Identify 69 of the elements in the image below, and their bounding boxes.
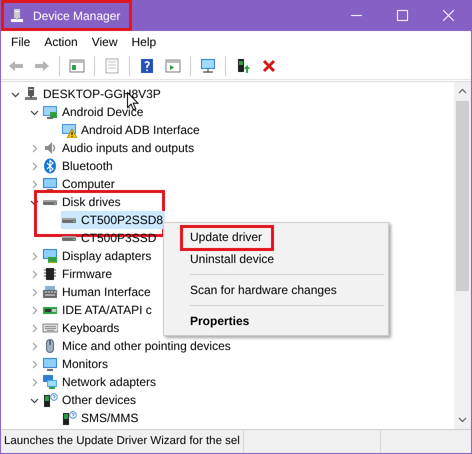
close-icon bbox=[442, 10, 454, 21]
pane-icon bbox=[165, 58, 181, 74]
tree-item[interactable]: Other devices bbox=[42, 391, 138, 409]
monitor-board-icon bbox=[42, 248, 58, 264]
menu-item[interactable]: Action bbox=[37, 33, 85, 51]
unknown-device-icon bbox=[42, 392, 58, 408]
back-arrow-icon bbox=[8, 58, 24, 74]
expand-chevron-icon[interactable] bbox=[30, 252, 38, 260]
menu-item[interactable]: File bbox=[4, 33, 38, 51]
tree-item[interactable]: Keyboards bbox=[42, 319, 122, 337]
tree-item[interactable]: Display adapters bbox=[42, 247, 154, 265]
tree-item[interactable]: Monitors bbox=[42, 355, 110, 373]
expand-chevron-icon[interactable] bbox=[30, 180, 38, 188]
expand-chevron-icon[interactable] bbox=[30, 162, 38, 170]
collapse-chevron-icon[interactable] bbox=[30, 198, 38, 206]
collapse-chevron-icon[interactable] bbox=[30, 396, 38, 404]
menu-item[interactable]: Uninstall device bbox=[164, 248, 388, 270]
expand-chevron-icon[interactable] bbox=[30, 378, 38, 386]
chip-icon bbox=[42, 266, 58, 282]
collapse-chevron-icon[interactable] bbox=[10, 90, 20, 98]
expand-chevron-icon[interactable] bbox=[30, 306, 38, 314]
tree-item[interactable]: Mice and other pointing devices bbox=[42, 337, 233, 355]
tree-item[interactable]: Audio inputs and outputs bbox=[42, 139, 196, 157]
forward-arrow-icon bbox=[34, 58, 50, 74]
pane-icon bbox=[69, 58, 85, 74]
unknown-device-icon bbox=[61, 410, 77, 426]
expand-chevron-icon[interactable] bbox=[30, 324, 38, 332]
tree-item[interactable]: Android Device bbox=[42, 103, 146, 121]
tree-item[interactable]: Disk drives bbox=[42, 193, 123, 211]
menu-item[interactable]: Update driver bbox=[164, 226, 388, 248]
tree-item[interactable]: Android ADB Interface bbox=[61, 121, 202, 139]
menu-item[interactable]: Help bbox=[124, 33, 164, 51]
bluetooth-icon bbox=[42, 158, 58, 174]
expand-chevron-icon[interactable] bbox=[30, 270, 38, 278]
help-icon bbox=[139, 58, 155, 74]
expand-chevron-icon[interactable] bbox=[30, 144, 38, 152]
menu-item[interactable]: Properties bbox=[164, 310, 388, 332]
warning-monitor-icon bbox=[61, 122, 77, 138]
tree-item[interactable]: CT500P2SSD8 bbox=[61, 211, 166, 229]
monitor-board-icon bbox=[42, 104, 58, 120]
tree-item[interactable]: Human Interface bbox=[42, 283, 153, 301]
update-driver-icon bbox=[235, 58, 251, 74]
window-title: Device Manager bbox=[33, 8, 120, 22]
delete-icon bbox=[261, 58, 277, 74]
tree-item[interactable]: SMS/MMS bbox=[61, 409, 140, 427]
maximize-icon bbox=[396, 10, 408, 21]
monitor-icon bbox=[200, 58, 216, 74]
expand-chevron-icon[interactable] bbox=[30, 288, 38, 296]
network-icon bbox=[42, 374, 58, 390]
tree-item[interactable]: Bluetooth bbox=[42, 157, 115, 175]
document-icon bbox=[104, 58, 120, 74]
app-icon bbox=[9, 8, 25, 24]
status-text: Launches the Update Driver Wizard for the sel bbox=[1, 430, 244, 453]
menu-item[interactable]: Scan for hardware changes bbox=[164, 279, 388, 301]
computer-icon bbox=[23, 86, 39, 102]
menu-item[interactable]: View bbox=[84, 33, 124, 51]
tree-item[interactable]: Network adapters bbox=[42, 373, 158, 391]
scrollbar[interactable] bbox=[454, 82, 471, 429]
keyboard-icon bbox=[42, 284, 58, 300]
tree-item[interactable]: Firmware bbox=[42, 265, 114, 283]
speaker-icon bbox=[42, 140, 58, 156]
scroll-thumb[interactable] bbox=[456, 101, 469, 291]
monitor-icon bbox=[42, 176, 58, 192]
expand-chevron-icon[interactable] bbox=[30, 360, 38, 368]
tree-item[interactable]: IDE ATA/ATAPI c bbox=[42, 301, 154, 319]
expand-chevron-icon[interactable] bbox=[30, 342, 38, 350]
collapse-chevron-icon[interactable] bbox=[30, 108, 38, 116]
tree-item[interactable]: Computer bbox=[42, 175, 117, 193]
monitor-icon bbox=[42, 356, 58, 372]
